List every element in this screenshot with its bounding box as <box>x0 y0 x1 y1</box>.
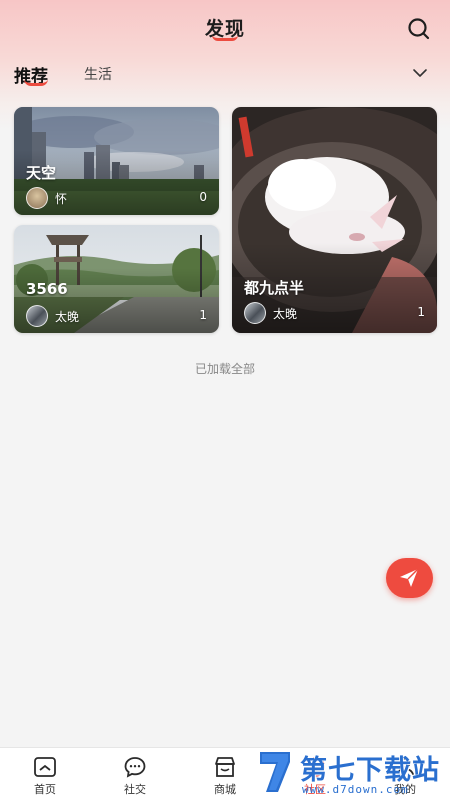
nav-label: 社交 <box>124 783 146 796</box>
post-title: 3566 <box>26 280 68 298</box>
chevron-down-icon[interactable] <box>412 64 428 77</box>
nav-item-social[interactable]: 社交 <box>90 748 180 800</box>
nav-item-home[interactable]: 首页 <box>0 748 90 800</box>
home-icon <box>33 755 57 779</box>
post-title: 都九点半 <box>244 279 305 297</box>
publish-button[interactable] <box>386 558 433 598</box>
post-card[interactable]: 都九点半 太晚 1 <box>232 107 437 333</box>
post-count: 1 <box>199 308 207 322</box>
post-author: 太晚 <box>273 307 298 321</box>
watermark-url: www.d7down.com <box>302 783 409 796</box>
store-icon <box>213 755 237 779</box>
send-icon <box>400 568 419 587</box>
post-author: 太晚 <box>55 310 80 324</box>
post-card[interactable]: 天空 怀 0 <box>14 107 219 215</box>
tab-active-indicator <box>24 79 48 86</box>
post-count: 1 <box>417 305 425 319</box>
avatar[interactable] <box>26 305 48 327</box>
site-watermark: 第七下载站 www.d7down.com <box>252 744 448 800</box>
chat-bubble-icon <box>123 755 147 779</box>
avatar[interactable] <box>26 187 48 209</box>
title-underline <box>212 35 238 41</box>
post-title: 天空 <box>26 164 57 182</box>
tab-life[interactable]: 生活 <box>84 64 112 84</box>
list-end-text: 已加载全部 <box>194 362 255 376</box>
post-card[interactable]: 3566 太晚 1 <box>14 225 219 333</box>
search-icon[interactable] <box>406 16 432 42</box>
avatar[interactable] <box>244 302 266 324</box>
post-count: 0 <box>199 190 207 204</box>
post-author: 怀 <box>55 192 68 206</box>
watermark-title: 第七下载站 <box>300 755 440 786</box>
nav-label: 首页 <box>34 783 56 796</box>
watermark-logo-icon <box>260 752 290 792</box>
